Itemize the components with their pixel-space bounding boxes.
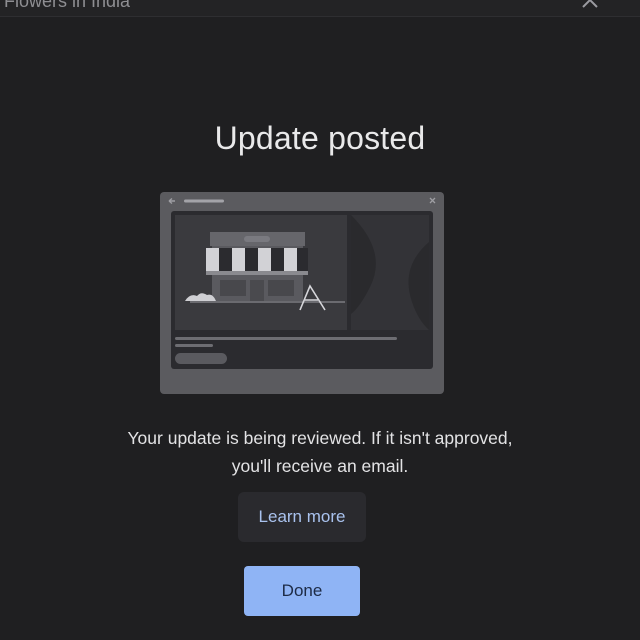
dialog-title: Update posted <box>214 120 426 156</box>
top-bar: Flowers in India <box>0 0 640 17</box>
close-icon[interactable] <box>578 0 602 12</box>
business-name: Flowers in India <box>4 0 131 11</box>
learn-more-button[interactable]: Learn more <box>238 492 366 542</box>
review-message-line-2: you'll receive an email. <box>231 456 409 476</box>
review-message-line-1: Your update is being reviewed. If it isn… <box>127 428 513 448</box>
done-button[interactable]: Done <box>244 566 360 616</box>
review-message: Your update is being reviewed. If it isn… <box>60 424 580 480</box>
storefront-browser-illustration <box>160 192 444 394</box>
